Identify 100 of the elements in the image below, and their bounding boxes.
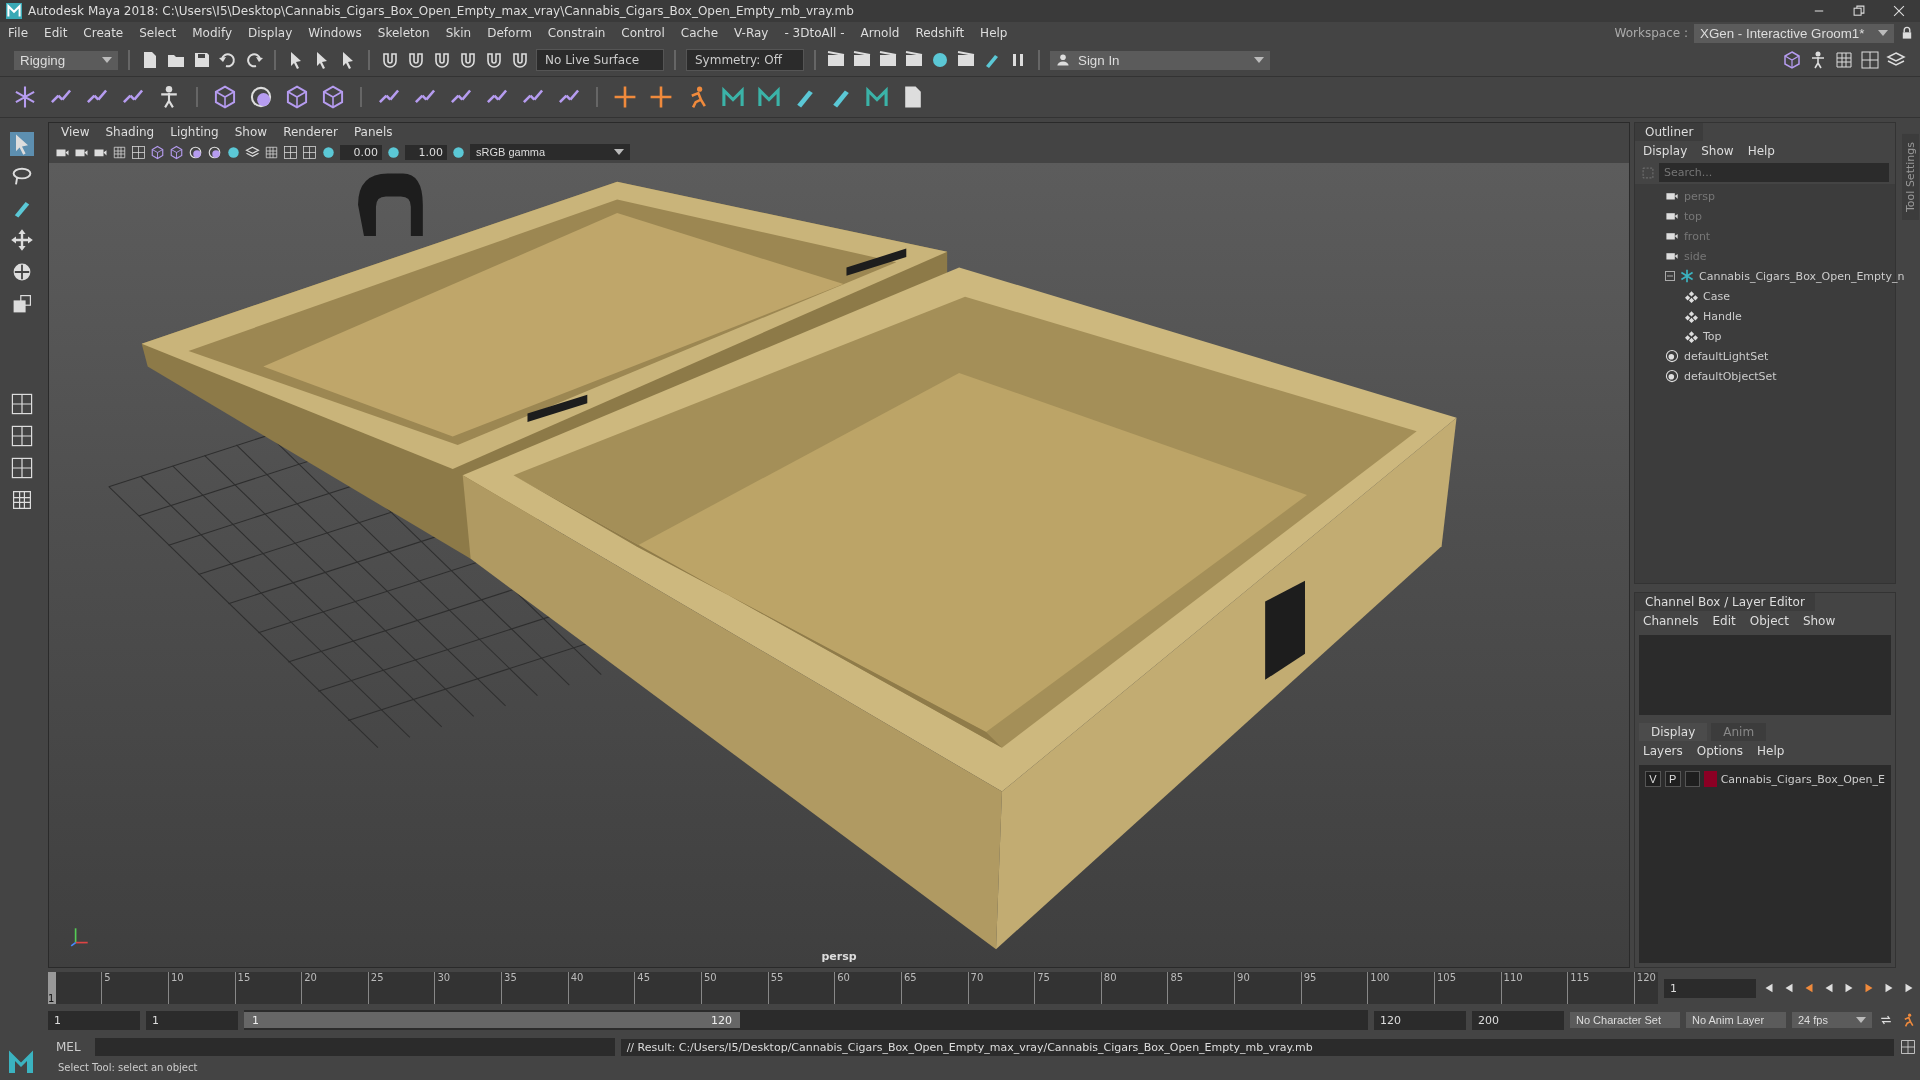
layout-icon[interactable] (10, 392, 34, 416)
cube-icon[interactable] (1782, 50, 1802, 70)
time-slider[interactable]: 1 5 10 15 20 25 30 35 40 45 50 55 60 65 70 75 80 85 90 95 100 105 110 115 120 (48, 972, 1658, 1004)
live-surface-field[interactable]: No Live Surface (536, 49, 664, 71)
cube-icon[interactable] (212, 84, 238, 110)
channel-box-menu-item[interactable]: Channels (1643, 614, 1699, 628)
layout-icon[interactable] (10, 424, 34, 448)
aperture-icon[interactable] (321, 144, 336, 160)
set-icon[interactable] (1665, 369, 1679, 383)
menu-item[interactable]: Skin (437, 26, 480, 40)
menu-item[interactable]: Select (131, 26, 185, 40)
circle-icon[interactable] (930, 50, 950, 70)
sphere-icon[interactable] (207, 144, 222, 160)
cross-icon[interactable] (648, 84, 674, 110)
menu-item[interactable]: Edit (36, 26, 76, 40)
channel-box-menu-item[interactable]: Edit (1712, 614, 1736, 628)
diamond-cluster-icon[interactable] (1685, 309, 1698, 323)
close-icon[interactable] (1892, 4, 1906, 18)
layout-icon[interactable] (131, 144, 146, 160)
channel-box-menu-item[interactable]: Object (1749, 614, 1789, 628)
layout-icon[interactable] (1860, 50, 1880, 70)
menu-item[interactable]: File (0, 26, 37, 40)
viewport-menu-item[interactable]: View (53, 125, 98, 139)
viewport-menu-item[interactable]: Panels (345, 125, 401, 139)
menu-item[interactable]: Control (613, 26, 673, 40)
symmetry-field[interactable]: Symmetry: Off (686, 49, 804, 71)
mode-dropdown[interactable]: Rigging (14, 50, 118, 70)
viewport-menu-item[interactable]: Shading (97, 125, 163, 139)
magnet-icon[interactable] (510, 50, 530, 70)
redo-icon[interactable] (244, 50, 264, 70)
cube-icon[interactable] (320, 84, 346, 110)
sphere-icon[interactable] (248, 84, 274, 110)
layer-name[interactable]: Cannabis_Cigars_Box_Open_E (1720, 772, 1885, 786)
menu-item[interactable]: Deform (479, 26, 540, 40)
diamond-cluster-icon[interactable] (1685, 329, 1698, 343)
grid-icon[interactable] (1834, 50, 1854, 70)
menu-item[interactable]: Help (972, 26, 1016, 40)
circle-icon[interactable] (226, 144, 241, 160)
cube-icon[interactable] (284, 84, 310, 110)
layer-menu-item[interactable]: Layers (1643, 744, 1683, 758)
outliner-item[interactable]: defaultLightSet (1684, 349, 1769, 363)
outliner-item[interactable]: Handle (1703, 309, 1742, 323)
menu-item[interactable]: Modify (184, 26, 240, 40)
playback-toggle[interactable]: P (1664, 771, 1681, 787)
visibility-toggle[interactable]: V (1645, 771, 1661, 787)
outliner-menu-item[interactable]: Help (1747, 144, 1775, 158)
magnet-icon[interactable] (432, 50, 452, 70)
menu-item[interactable]: Constrain (539, 26, 614, 40)
menu-item[interactable]: Display (240, 26, 301, 40)
current-frame-marker[interactable]: 1 (48, 972, 56, 1004)
channel-box-menu-item[interactable]: Show (1802, 614, 1836, 628)
playback-end-field[interactable]: 120 (1374, 1010, 1466, 1030)
layer-editor-tab[interactable]: Display (1639, 723, 1708, 741)
layer-menu-item[interactable]: Options (1696, 744, 1744, 758)
magnet-icon[interactable] (380, 50, 400, 70)
reference-toggle[interactable] (1684, 771, 1701, 787)
cube-icon[interactable] (169, 144, 184, 160)
magnet-icon[interactable] (406, 50, 426, 70)
menu-item[interactable]: Windows (300, 26, 370, 40)
range-slider-bar[interactable]: 1 120 (244, 1012, 740, 1028)
gamma-field[interactable]: 1.00 (405, 144, 447, 160)
asterisk-icon[interactable] (1680, 269, 1694, 283)
menu-item[interactable]: V-Ray (726, 26, 777, 40)
sign-in-button[interactable]: Sign In (1050, 50, 1270, 70)
layout-icon[interactable] (302, 144, 317, 160)
diamond-cluster-icon[interactable] (1685, 289, 1698, 303)
menu-item[interactable]: - 3DtoAll - (776, 26, 853, 40)
move-icon[interactable] (10, 228, 34, 252)
viewport-menu-item[interactable]: Lighting (162, 125, 227, 139)
viewport-menu-item[interactable]: Renderer (275, 125, 346, 139)
cross-icon[interactable] (612, 84, 638, 110)
menu-item[interactable]: Create (75, 26, 132, 40)
workspace-dropdown[interactable]: XGen - Interactive Groom1* (1694, 23, 1894, 43)
layer-color-swatch[interactable] (1704, 771, 1717, 787)
cube-icon[interactable] (150, 144, 165, 160)
tool-settings-tab[interactable]: Tool Settings (1901, 134, 1919, 220)
magnet-icon[interactable] (484, 50, 504, 70)
color-management-icon[interactable] (451, 144, 466, 160)
menu-item[interactable]: Skeleton (369, 26, 438, 40)
layer-menu-item[interactable]: Help (1757, 744, 1785, 758)
gamma-icon[interactable] (386, 144, 401, 160)
menu-item[interactable]: Redshift (907, 26, 973, 40)
outliner-item[interactable]: Cannabis_Cigars_Box_Open_Empty_n (1699, 269, 1905, 283)
end-frame-field[interactable]: 200 (1472, 1010, 1564, 1030)
exposure-field[interactable]: 0.00 (340, 144, 382, 160)
layers-icon[interactable] (245, 144, 260, 160)
undo-icon[interactable] (218, 50, 238, 70)
magnet-icon[interactable] (458, 50, 478, 70)
collapse-toggle-icon[interactable] (1665, 271, 1675, 281)
script-editor-icon[interactable] (1900, 1039, 1916, 1055)
sphere-icon[interactable] (188, 144, 203, 160)
playback-start-field[interactable]: 1 (146, 1010, 238, 1030)
layout-icon[interactable] (10, 488, 34, 512)
current-frame-field[interactable]: 1 (1664, 978, 1756, 998)
command-language-label[interactable]: MEL (48, 1040, 89, 1054)
outliner-item[interactable]: Case (1703, 289, 1730, 303)
set-icon[interactable] (1665, 349, 1679, 363)
command-input-field[interactable] (94, 1038, 615, 1056)
layout-icon[interactable] (10, 456, 34, 480)
grid-icon[interactable] (112, 144, 127, 160)
